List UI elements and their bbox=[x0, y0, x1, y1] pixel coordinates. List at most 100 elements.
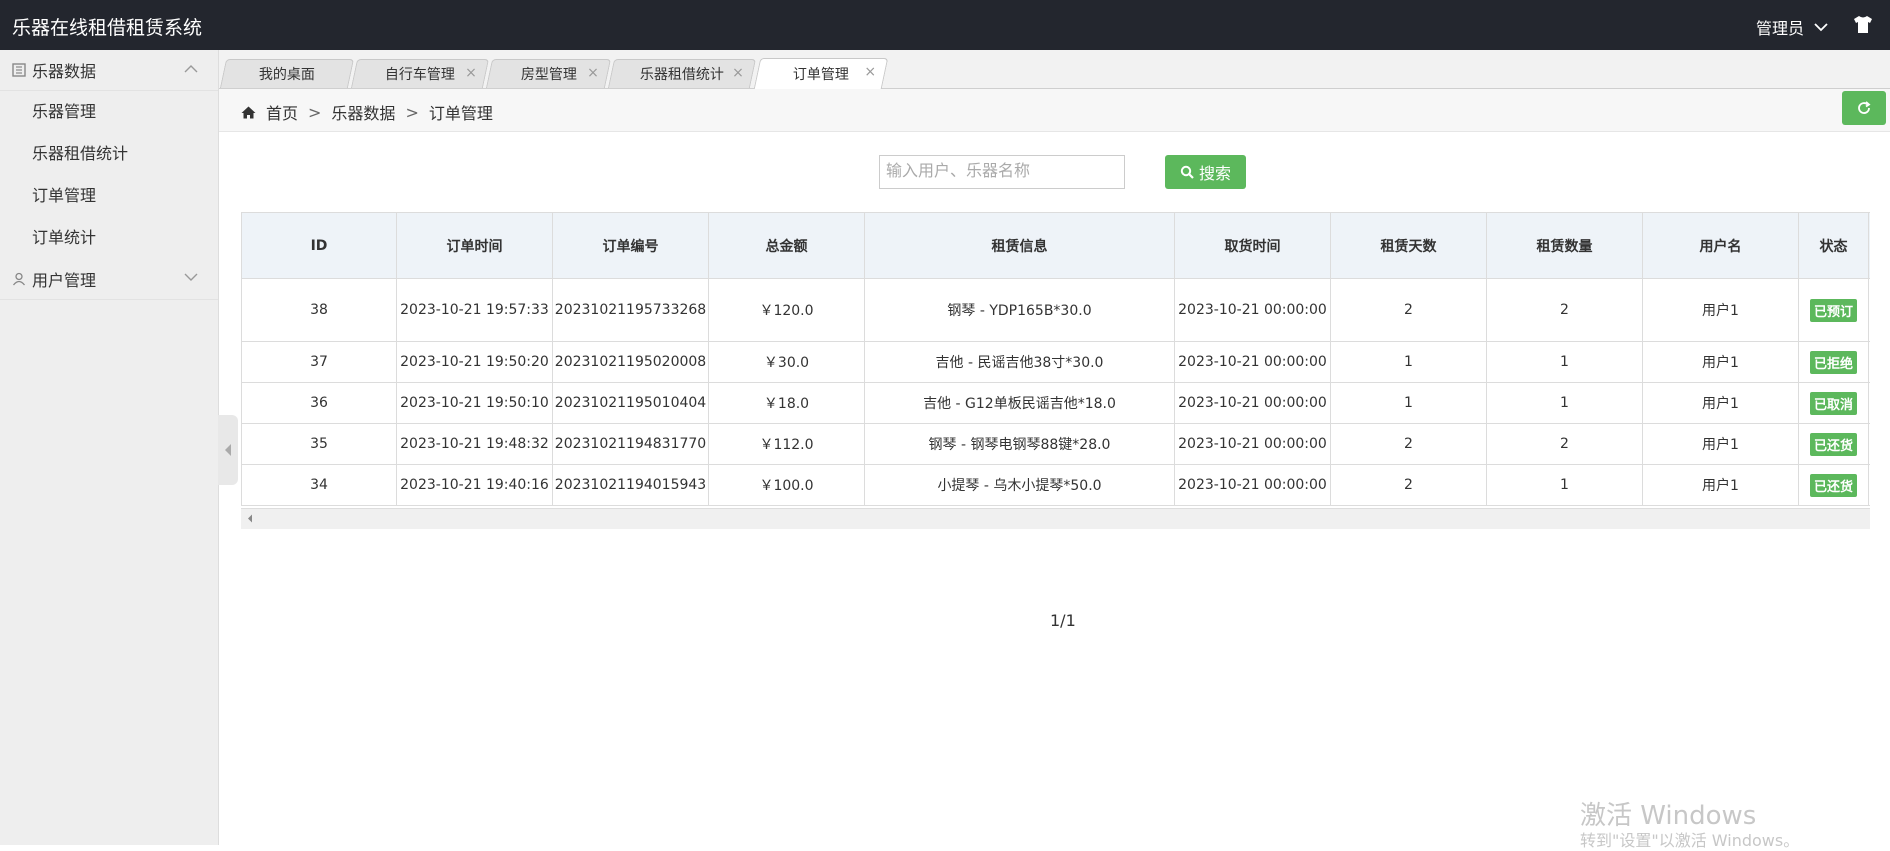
cell-actions bbox=[1868, 278, 1870, 342]
cell-amount: ￥112.0 bbox=[708, 423, 865, 465]
chevron-down-icon bbox=[1814, 23, 1828, 32]
tab-bar: 我的桌面 自行车管理 × 房型管理 × 乐器租借统计 × 订单管理 × bbox=[219, 50, 1890, 89]
orders-table: ID 订单时间 订单编号 总金额 租赁信息 取货时间 租赁天数 租赁数量 用户名… bbox=[241, 212, 1870, 506]
column-header: 操作 bbox=[1868, 212, 1870, 279]
cell-order-time: 2023-10-21 19:40:16 bbox=[396, 464, 553, 506]
refresh-icon bbox=[1858, 101, 1871, 114]
column-header: 取货时间 bbox=[1174, 212, 1331, 279]
close-icon[interactable]: × bbox=[732, 65, 744, 81]
cell-id: 37 bbox=[241, 341, 397, 383]
breadcrumb-instrument-data[interactable]: 乐器数据 bbox=[331, 100, 395, 124]
cell-pickup-time: 2023-10-21 00:00:00 bbox=[1174, 382, 1331, 424]
sidebar-item-rental-statistics[interactable]: 乐器租借统计 bbox=[0, 133, 218, 175]
tab-rental-statistics[interactable]: 乐器租借统计 × bbox=[607, 59, 757, 88]
breadcrumb-order-management: 订单管理 bbox=[428, 104, 493, 123]
cell-id: 36 bbox=[241, 382, 397, 424]
search-icon bbox=[1180, 165, 1194, 179]
app-title: 乐器在线租借租赁系统 bbox=[12, 17, 203, 39]
sidebar-item-order-statistics[interactable]: 订单统计 bbox=[0, 217, 218, 259]
cell-pickup-time: 2023-10-21 00:00:00 bbox=[1174, 464, 1331, 506]
cell-actions bbox=[1868, 464, 1870, 506]
column-header: 订单编号 bbox=[552, 212, 709, 279]
tab-room-type-management[interactable]: 房型管理 × bbox=[485, 59, 612, 88]
status-badge: 已还货 bbox=[1809, 432, 1857, 456]
sidebar-group-label: 乐器数据 bbox=[32, 62, 97, 81]
table-row: 34 2023-10-21 19:40:16 20231021194015943… bbox=[241, 464, 1870, 506]
sidebar-group-instrument-data[interactable]: 乐器数据 bbox=[0, 50, 218, 91]
cell-status: 已取消 bbox=[1798, 382, 1869, 424]
cell-days: 2 bbox=[1330, 464, 1487, 506]
cell-username: 用户1 bbox=[1642, 423, 1799, 465]
shirt-icon[interactable] bbox=[1852, 13, 1874, 35]
cell-actions bbox=[1868, 341, 1870, 383]
cell-rental-info: 吉他 - G12单板民谣吉他*18.0 bbox=[864, 382, 1175, 424]
caret-left-icon bbox=[225, 444, 231, 456]
cell-id: 34 bbox=[241, 464, 397, 506]
cell-order-no: 20231021195020008 bbox=[552, 341, 709, 383]
column-header: 总金额 bbox=[708, 212, 865, 279]
orders-table-container: ID 订单时间 订单编号 总金额 租赁信息 取货时间 租赁天数 租赁数量 用户名… bbox=[241, 212, 1870, 528]
breadcrumb-bar: 首页 > 乐器数据 > 订单管理 bbox=[219, 89, 1890, 132]
tab-bike-management[interactable]: 自行车管理 × bbox=[350, 59, 490, 88]
cell-rental-info: 钢琴 - 钢琴电钢琴88键*28.0 bbox=[864, 423, 1175, 465]
caret-left-icon[interactable] bbox=[247, 514, 253, 523]
tab-order-management[interactable]: 订单管理 × bbox=[753, 58, 889, 89]
table-row: 37 2023-10-21 19:50:20 20231021195020008… bbox=[241, 341, 1870, 383]
cell-actions bbox=[1868, 423, 1870, 465]
cell-pickup-time: 2023-10-21 00:00:00 bbox=[1174, 278, 1331, 342]
admin-menu[interactable]: 管理员 bbox=[1756, 15, 1828, 39]
windows-activation-hint: 转到"设置"以激活 Windows。 bbox=[1580, 831, 1800, 850]
cell-rental-info: 小提琴 - 乌木小提琴*50.0 bbox=[864, 464, 1175, 506]
table-header-row: ID 订单时间 订单编号 总金额 租赁信息 取货时间 租赁天数 租赁数量 用户名… bbox=[241, 212, 1870, 279]
sidebar: 乐器数据 乐器管理 乐器租借统计 订单管理 订单统计 用户管理 bbox=[0, 50, 219, 845]
cell-rental-info: 吉他 - 民谣吉他38寸*30.0 bbox=[864, 341, 1175, 383]
cell-days: 2 bbox=[1330, 278, 1487, 342]
cell-quantity: 2 bbox=[1486, 423, 1643, 465]
cell-quantity: 1 bbox=[1486, 341, 1643, 383]
cell-rental-info: 钢琴 - YDP165B*30.0 bbox=[864, 278, 1175, 342]
cell-amount: ￥30.0 bbox=[708, 341, 865, 383]
user-icon bbox=[12, 272, 26, 286]
cell-order-time: 2023-10-21 19:50:10 bbox=[396, 382, 553, 424]
cell-order-no: 20231021195010404 bbox=[552, 382, 709, 424]
close-icon[interactable]: × bbox=[587, 65, 599, 81]
sidebar-item-instrument-management[interactable]: 乐器管理 bbox=[0, 91, 218, 133]
cell-amount: ￥100.0 bbox=[708, 464, 865, 506]
cell-order-no: 20231021194015943 bbox=[552, 464, 709, 506]
cell-quantity: 2 bbox=[1486, 278, 1643, 342]
cell-days: 1 bbox=[1330, 341, 1487, 383]
cell-status: 已还货 bbox=[1798, 464, 1869, 506]
cell-order-time: 2023-10-21 19:48:32 bbox=[396, 423, 553, 465]
close-icon[interactable]: × bbox=[865, 64, 877, 80]
cell-days: 1 bbox=[1330, 382, 1487, 424]
status-badge: 已取消 bbox=[1809, 391, 1857, 415]
horizontal-scrollbar[interactable] bbox=[241, 508, 1870, 529]
search-input[interactable] bbox=[879, 155, 1125, 189]
cell-username: 用户1 bbox=[1642, 464, 1799, 506]
cell-order-time: 2023-10-21 19:50:20 bbox=[396, 341, 553, 383]
cell-username: 用户1 bbox=[1642, 341, 1799, 383]
tab-my-desktop[interactable]: 我的桌面 bbox=[219, 59, 355, 88]
book-icon bbox=[12, 63, 26, 77]
cell-status: 已拒绝 bbox=[1798, 341, 1869, 383]
sidebar-item-order-management[interactable]: 订单管理 bbox=[0, 175, 218, 217]
sidebar-collapse-handle[interactable] bbox=[218, 415, 238, 485]
sidebar-group-user-management[interactable]: 用户管理 bbox=[0, 259, 218, 300]
cell-pickup-time: 2023-10-21 00:00:00 bbox=[1174, 341, 1331, 383]
cell-amount: ￥18.0 bbox=[708, 382, 865, 424]
status-badge: 已拒绝 bbox=[1809, 350, 1857, 374]
cell-quantity: 1 bbox=[1486, 382, 1643, 424]
cell-actions bbox=[1868, 382, 1870, 424]
breadcrumb-home[interactable]: 首页 bbox=[266, 100, 298, 124]
close-icon[interactable]: × bbox=[465, 65, 477, 81]
refresh-button[interactable] bbox=[1842, 91, 1886, 125]
home-icon bbox=[241, 106, 256, 118]
column-header: 状态 bbox=[1798, 212, 1869, 279]
cell-id: 35 bbox=[241, 423, 397, 465]
tab-label: 房型管理 bbox=[520, 67, 577, 83]
tab-label: 订单管理 bbox=[792, 67, 849, 83]
chevron-up-icon bbox=[184, 65, 198, 73]
cell-quantity: 1 bbox=[1486, 464, 1643, 506]
search-button-label: 搜索 bbox=[1198, 164, 1231, 183]
search-button[interactable]: 搜索 bbox=[1165, 155, 1246, 189]
